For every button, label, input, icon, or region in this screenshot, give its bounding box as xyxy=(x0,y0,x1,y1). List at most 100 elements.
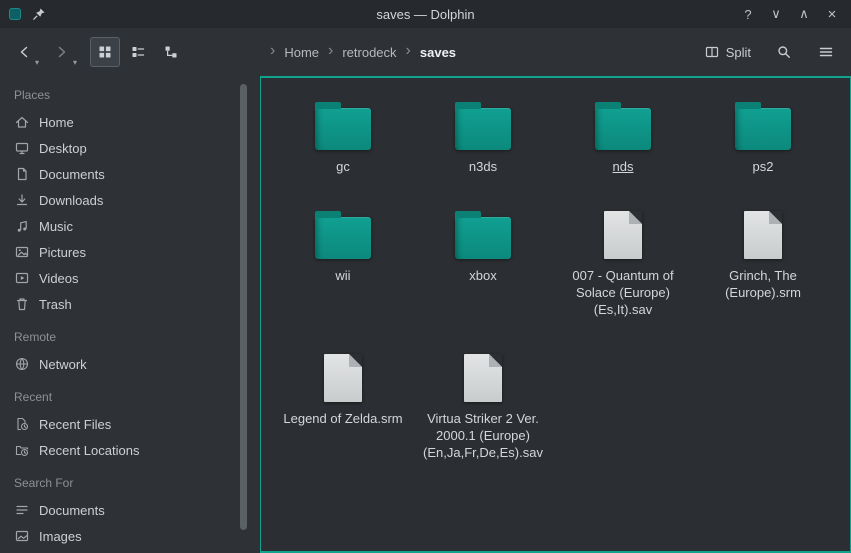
split-button-label: Split xyxy=(726,45,751,60)
chevron-right-icon: › xyxy=(270,43,275,59)
sidebar-item-label: Documents xyxy=(39,167,105,182)
sidebar-item-label: Downloads xyxy=(39,193,103,208)
forward-button[interactable]: ▾ xyxy=(46,37,78,67)
sidebar-item-search-documents[interactable]: Documents xyxy=(12,497,250,523)
minimize-button[interactable]: ∨ xyxy=(765,3,787,25)
folder-icon xyxy=(455,108,511,150)
chevron-right-icon: › xyxy=(328,43,333,59)
help-button[interactable]: ? xyxy=(737,3,759,25)
file-item-legend-of-zelda[interactable]: Legend of Zelda.srm xyxy=(274,344,412,427)
file-item-label: Grinch, The (Europe).srm xyxy=(697,267,829,301)
section-remote: Remote xyxy=(14,330,250,344)
sidebar-item-recent-locations[interactable]: Recent Locations xyxy=(12,437,250,463)
file-item-label: gc xyxy=(336,158,350,175)
sidebar-item-label: Desktop xyxy=(39,141,87,156)
sidebar-item-home[interactable]: Home xyxy=(12,109,250,135)
back-button[interactable]: ▾ xyxy=(8,37,40,67)
file-view: gc n3ds nds ps2 wii xbox xyxy=(260,76,851,553)
split-button[interactable]: Split xyxy=(698,40,757,64)
tree-view-button[interactable] xyxy=(156,37,186,67)
sidebar-item-documents[interactable]: Documents xyxy=(12,161,250,187)
folder-icon xyxy=(315,217,371,259)
folder-icon xyxy=(735,108,791,150)
back-dropdown-icon[interactable]: ▾ xyxy=(35,59,39,67)
folder-icon xyxy=(455,217,511,259)
hamburger-menu-icon xyxy=(818,44,834,60)
file-icon xyxy=(324,354,362,402)
recent-locations-icon xyxy=(14,442,30,458)
file-item-007-quantum-of-solace[interactable]: 007 - Quantum of Solace (Europe) (Es,It)… xyxy=(554,201,692,318)
file-item-virtua-striker[interactable]: Virtua Striker 2 Ver. 2000.1 (Europe) (E… xyxy=(414,344,552,461)
view-mode-buttons xyxy=(90,37,186,67)
sidebar-item-music[interactable]: Music xyxy=(12,213,250,239)
trash-icon xyxy=(14,296,30,312)
nav-buttons: ▾ ▾ xyxy=(8,37,78,67)
sidebar-item-recent-files[interactable]: Recent Files xyxy=(12,411,250,437)
videos-icon xyxy=(14,270,30,286)
breadcrumb-saves[interactable]: saves xyxy=(420,45,456,60)
desktop-icon xyxy=(14,140,30,156)
window-controls: ? ∨ ∧ × xyxy=(737,0,843,28)
folder-icon xyxy=(315,108,371,150)
documents-icon xyxy=(14,166,30,182)
split-icon xyxy=(704,44,720,60)
window-title: saves — Dolphin xyxy=(0,7,851,22)
sidebar-item-network[interactable]: Network xyxy=(12,351,250,377)
tree-view-icon xyxy=(163,44,179,60)
file-item-label: n3ds xyxy=(469,158,497,175)
pictures-icon xyxy=(14,244,30,260)
icons-view-icon xyxy=(97,44,113,60)
folder-icon xyxy=(595,108,651,150)
chevron-right-icon: › xyxy=(406,43,411,59)
folder-item-n3ds[interactable]: n3ds xyxy=(414,92,552,175)
details-view-icon xyxy=(130,44,146,60)
sidebar-item-pictures[interactable]: Pictures xyxy=(12,239,250,265)
sidebar-item-trash[interactable]: Trash xyxy=(12,291,250,317)
sidebar-item-label: Recent Files xyxy=(39,417,111,432)
titlebar: saves — Dolphin ? ∨ ∧ × xyxy=(0,0,851,28)
breadcrumb-home[interactable]: Home xyxy=(284,45,319,60)
sidebar-item-videos[interactable]: Videos xyxy=(12,265,250,291)
places-panel: Places Home Desktop Documents Downloads … xyxy=(0,76,250,553)
sidebar-item-label: Images xyxy=(39,529,82,544)
file-item-grinch[interactable]: Grinch, The (Europe).srm xyxy=(694,201,832,301)
sidebar-item-label: Documents xyxy=(39,503,105,518)
home-icon xyxy=(14,114,30,130)
recent-files-icon xyxy=(14,416,30,432)
folder-item-ps2[interactable]: ps2 xyxy=(694,92,832,175)
sidebar-item-search-audio[interactable]: Audio xyxy=(12,549,250,553)
search-documents-icon xyxy=(14,502,30,518)
maximize-button[interactable]: ∧ xyxy=(793,3,815,25)
forward-icon xyxy=(54,44,70,60)
menu-button[interactable] xyxy=(811,37,841,67)
downloads-icon xyxy=(14,192,30,208)
icons-view-button[interactable] xyxy=(90,37,120,67)
file-grid: gc n3ds nds ps2 wii xbox xyxy=(273,92,846,461)
sidebar-item-search-images[interactable]: Images xyxy=(12,523,250,549)
breadcrumb: › Home › retrodeck › saves xyxy=(270,44,456,60)
sidebar-scrollbar[interactable] xyxy=(240,84,247,530)
folder-item-wii[interactable]: wii xyxy=(274,201,412,284)
file-item-label: nds xyxy=(613,158,634,175)
sidebar-item-downloads[interactable]: Downloads xyxy=(12,187,250,213)
breadcrumb-retrodeck[interactable]: retrodeck xyxy=(342,45,396,60)
file-item-label: xbox xyxy=(469,267,496,284)
file-icon xyxy=(744,211,782,259)
sidebar-item-label: Music xyxy=(39,219,73,234)
folder-item-xbox[interactable]: xbox xyxy=(414,201,552,284)
details-view-button[interactable] xyxy=(123,37,153,67)
close-button[interactable]: × xyxy=(821,3,843,25)
file-item-label: wii xyxy=(335,267,350,284)
section-places: Places xyxy=(14,88,250,102)
toolbar-right: Split xyxy=(698,37,841,67)
folder-item-nds[interactable]: nds xyxy=(554,92,692,175)
search-button[interactable] xyxy=(769,37,799,67)
sidebar-item-desktop[interactable]: Desktop xyxy=(12,135,250,161)
section-search-for: Search For xyxy=(14,476,250,490)
back-icon xyxy=(16,44,32,60)
folder-item-gc[interactable]: gc xyxy=(274,92,412,175)
forward-dropdown-icon[interactable]: ▾ xyxy=(73,59,77,67)
toolbar: ▾ ▾ xyxy=(0,28,851,76)
file-item-label: Legend of Zelda.srm xyxy=(283,410,402,427)
file-icon xyxy=(604,211,642,259)
